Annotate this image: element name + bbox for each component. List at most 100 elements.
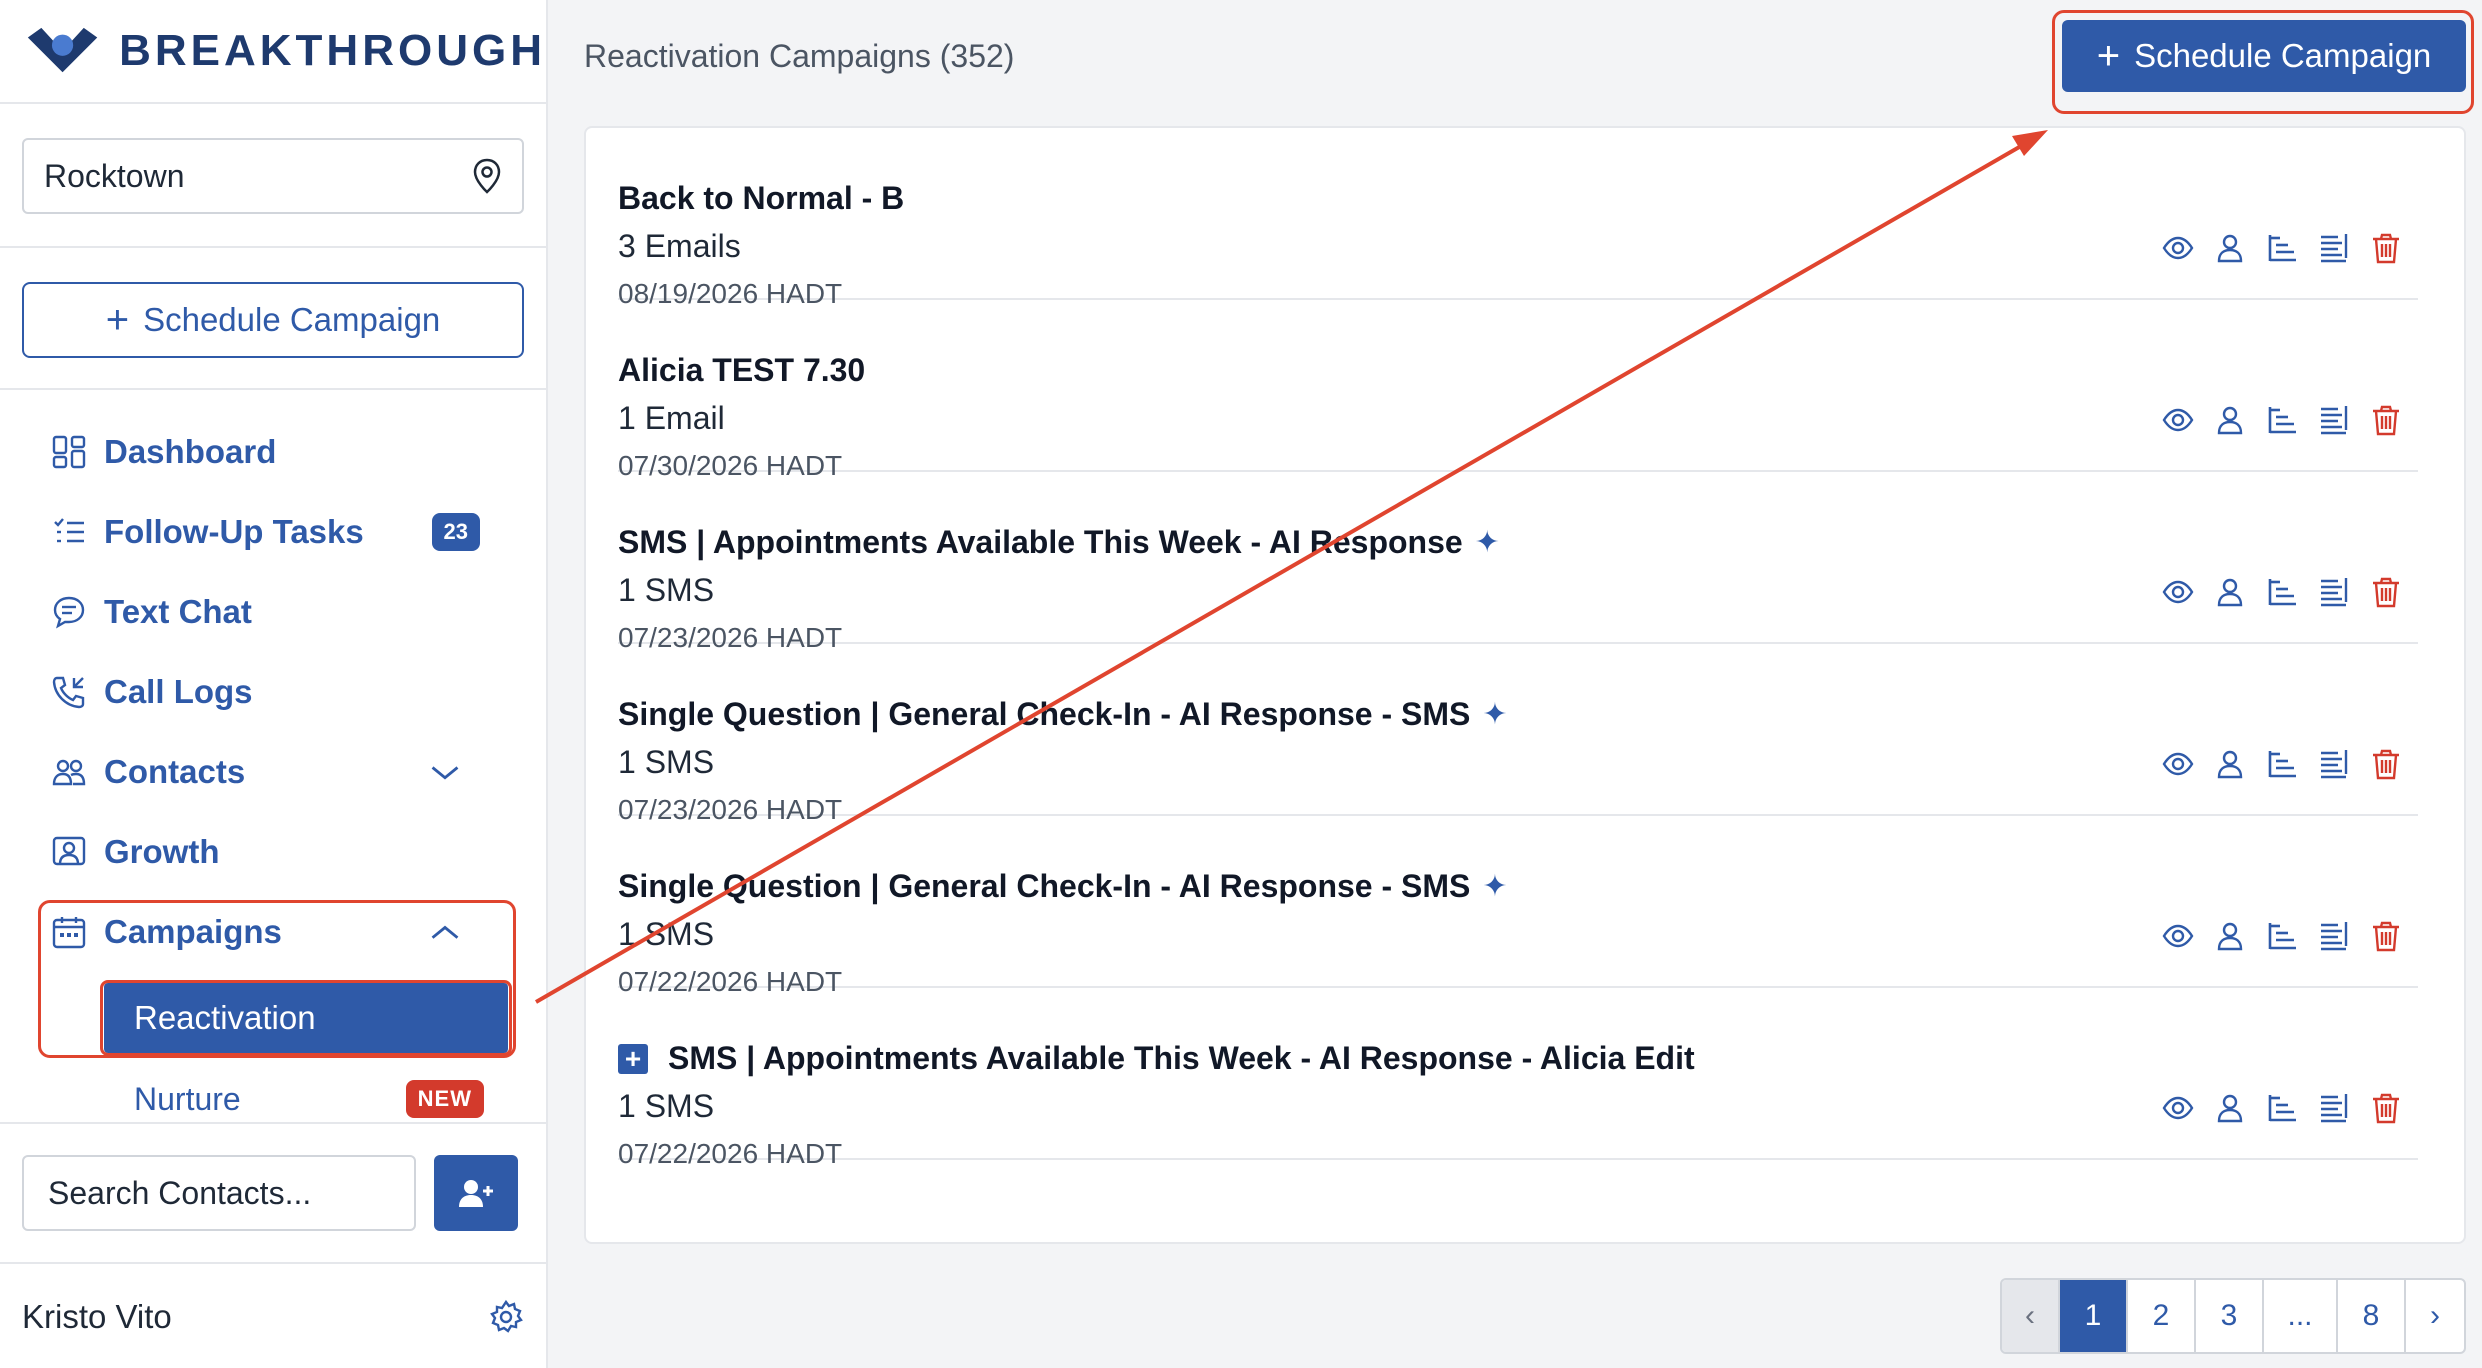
hierarchy-icon[interactable] (2266, 232, 2298, 264)
trash-icon[interactable] (2370, 232, 2402, 264)
hierarchy-icon[interactable] (2266, 748, 2298, 780)
pagination-page-1[interactable]: 1 (2060, 1280, 2128, 1352)
gear-icon[interactable] (488, 1299, 524, 1335)
nav-subitem-reactivation[interactable]: Reactivation (104, 983, 508, 1053)
growth-profile-icon (52, 836, 86, 866)
campaign-row[interactable]: Single Question | General Check-In - AI … (618, 816, 2418, 997)
search-contacts-input[interactable] (22, 1155, 416, 1231)
campaign-message-count: 1 SMS (618, 1088, 715, 1124)
nav-label: Text Chat (104, 593, 252, 630)
add-contact-button[interactable] (434, 1155, 518, 1231)
person-icon[interactable] (2214, 1092, 2246, 1124)
campaign-title-text: SMS | Appointments Available This Week -… (668, 1040, 1695, 1076)
trash-icon[interactable] (2370, 1092, 2402, 1124)
report-icon[interactable] (2318, 1092, 2350, 1124)
nav-sublabel: Nurture (134, 1080, 241, 1117)
person-icon[interactable] (2214, 232, 2246, 264)
chevron-up-icon[interactable] (428, 915, 462, 949)
person-icon[interactable] (2214, 404, 2246, 436)
report-icon[interactable] (2318, 232, 2350, 264)
hierarchy-icon[interactable] (2266, 404, 2298, 436)
calendar-icon (52, 917, 86, 949)
sidebar-schedule-campaign-label: Schedule Campaign (143, 301, 441, 338)
campaign-message-count: 1 Email (618, 400, 725, 436)
eye-icon[interactable] (2162, 404, 2194, 436)
page-title: Reactivation Campaigns (352) (584, 38, 1015, 74)
campaign-row[interactable]: Back to Normal - B3 Emails 08/19/2026 HAD… (618, 128, 2418, 309)
hierarchy-icon[interactable] (2266, 1092, 2298, 1124)
campaign-title[interactable]: Alicia TEST 7.30 (618, 352, 865, 389)
campaign-title[interactable]: Single Question | General Check-In - AI … (618, 696, 1508, 733)
report-icon[interactable] (2318, 576, 2350, 608)
plus-icon: + (2096, 33, 2121, 78)
nav-item-campaigns[interactable]: Campaigns (0, 892, 546, 972)
campaign-title[interactable]: SMS | Appointments Available This Week -… (618, 524, 1500, 561)
schedule-campaign-button[interactable]: + Schedule Campaign (2062, 20, 2466, 92)
pagination: ‹ 1 2 3 ... 8 › (2000, 1278, 2466, 1354)
pagination-page-2[interactable]: 2 (2128, 1280, 2196, 1352)
pagination-page-8[interactable]: 8 (2338, 1280, 2406, 1352)
nav-label: Contacts (104, 753, 246, 790)
report-icon[interactable] (2318, 920, 2350, 952)
nav-item-follow-up-tasks[interactable]: Follow-Up Tasks 23 (0, 492, 546, 572)
campaign-row[interactable]: + SMS | Appointments Available This Week … (618, 988, 2418, 1169)
hierarchy-icon[interactable] (2266, 920, 2298, 952)
nav-sublabel: Reactivation (134, 999, 316, 1036)
pagination-prev-button[interactable]: ‹ (2002, 1280, 2060, 1352)
breakthrough-logo-icon (27, 27, 98, 73)
person-icon[interactable] (2214, 576, 2246, 608)
expand-plus-icon[interactable]: + (618, 1043, 648, 1074)
user-profile-row: Kristo Vito (0, 1266, 546, 1368)
eye-icon[interactable] (2162, 232, 2194, 264)
nav-item-call-logs[interactable]: Call Logs (0, 652, 546, 732)
eye-icon[interactable] (2162, 748, 2194, 780)
campaign-actions (2162, 920, 2402, 952)
sidebar: BREAKTHROUGH Rocktown + Schedule Campaig… (0, 0, 548, 1368)
campaign-title[interactable]: Single Question | General Check-In - AI … (618, 868, 1508, 905)
ai-sparkle-icon: ✦ (1474, 526, 1500, 559)
nav-label: Follow-Up Tasks (104, 513, 364, 550)
campaign-title-text: SMS | Appointments Available This Week -… (618, 524, 1463, 560)
plus-icon: + (105, 297, 130, 342)
campaign-message-count: 1 SMS (618, 744, 715, 780)
trash-icon[interactable] (2370, 920, 2402, 952)
brand-header: BREAKTHROUGH (0, 0, 546, 104)
brand-name: BREAKTHROUGH (119, 26, 546, 75)
eye-icon[interactable] (2162, 1092, 2194, 1124)
campaign-row[interactable]: Alicia TEST 7.30 1 Email 07/30/2026 HADT (618, 300, 2418, 481)
campaign-row[interactable]: Single Question | General Check-In - AI … (618, 644, 2418, 825)
report-icon[interactable] (2318, 404, 2350, 436)
pagination-next-button[interactable]: › (2406, 1280, 2464, 1352)
pagination-page-3[interactable]: 3 (2196, 1280, 2264, 1352)
new-badge: NEW (405, 1080, 484, 1118)
nav-label: Dashboard (104, 433, 277, 470)
campaign-title[interactable]: + SMS | Appointments Available This Week … (618, 1040, 1695, 1077)
campaign-title[interactable]: Back to Normal - B (618, 180, 904, 217)
sidebar-schedule-campaign-button[interactable]: + Schedule Campaign (22, 282, 524, 358)
report-icon[interactable] (2318, 748, 2350, 780)
location-selector[interactable]: Rocktown (22, 138, 524, 214)
hierarchy-icon[interactable] (2266, 576, 2298, 608)
campaign-actions (2162, 576, 2402, 608)
nav-item-contacts[interactable]: Contacts (0, 732, 546, 812)
campaign-title-text: Single Question | General Check-In - AI … (618, 696, 1471, 732)
chevron-down-icon[interactable] (428, 755, 462, 789)
trash-icon[interactable] (2370, 748, 2402, 780)
trash-icon[interactable] (2370, 576, 2402, 608)
campaign-title-text: Alicia TEST 7.30 (618, 352, 866, 388)
map-pin-icon (473, 158, 501, 194)
person-icon[interactable] (2214, 920, 2246, 952)
campaign-list: Back to Normal - B3 Emails 08/19/2026 HAD… (584, 126, 2466, 1244)
campaign-actions (2162, 1092, 2402, 1124)
trash-icon[interactable] (2370, 404, 2402, 436)
ai-sparkle-icon: ✦ (1482, 698, 1508, 731)
nav-item-growth[interactable]: Growth (0, 812, 546, 892)
campaign-row[interactable]: SMS | Appointments Available This Week -… (618, 472, 2418, 653)
campaign-message-count: 3 Emails (618, 228, 741, 264)
person-icon[interactable] (2214, 748, 2246, 780)
nav-item-text-chat[interactable]: Text Chat (0, 572, 546, 652)
nav-item-dashboard[interactable]: Dashboard (0, 412, 546, 492)
campaign-actions (2162, 404, 2402, 436)
eye-icon[interactable] (2162, 920, 2194, 952)
eye-icon[interactable] (2162, 576, 2194, 608)
